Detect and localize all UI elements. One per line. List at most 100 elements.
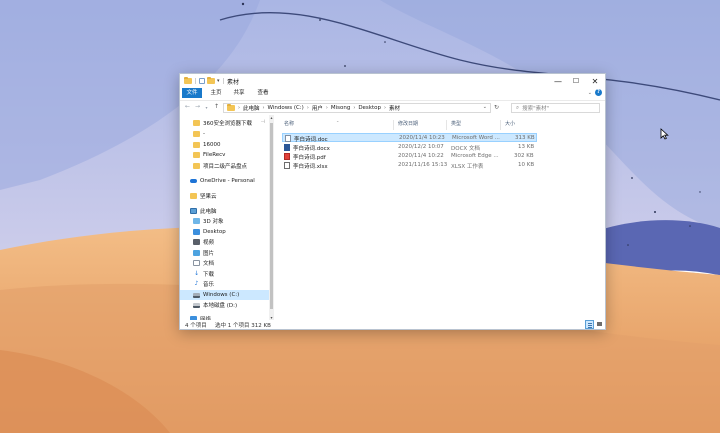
nav-pane-scrollbar[interactable]: ▴ ▾ [269, 115, 274, 320]
nav-item-videos[interactable]: 视频 [180, 237, 269, 247]
nav-item-pictures[interactable]: 图片 [180, 248, 269, 258]
sort-ascending-icon: ⌃ [336, 120, 340, 125]
docx-icon [284, 144, 290, 151]
nav-item-drive-c[interactable]: Windows (C:) [180, 290, 269, 300]
nav-item-3d-objects[interactable]: 3D 对象 [180, 216, 269, 226]
details-view-button[interactable] [585, 320, 594, 329]
file-row[interactable]: 李白诗词.doc 2020/11/4 10:23 Microsoft Word … [282, 133, 537, 143]
breadcrumb-misong[interactable]: Misong [331, 105, 350, 111]
tab-share[interactable]: 共享 [231, 88, 247, 98]
breadcrumb-separator: › [325, 105, 328, 111]
quick-access-toolbar: ▾ [184, 77, 225, 85]
nav-item-label: 项目二级产品盘点 [203, 164, 248, 170]
tab-file[interactable]: 文件 [182, 88, 202, 98]
column-divider[interactable] [393, 120, 394, 130]
navigation-pane: 360安全浏览器下载 ⊣ - 16000 FileRecv 项目二级产品盘点 O… [180, 115, 275, 320]
file-type: DOCX 文档 [451, 146, 480, 152]
expand-ribbon-icon[interactable]: ⌄ [588, 90, 592, 96]
nav-item-music[interactable]: ♪ 音乐 [180, 279, 269, 289]
file-row[interactable]: 李白诗词.docx 2020/12/2 10:07 DOCX 文档 13 KB [282, 143, 537, 152]
nav-item-this-pc[interactable]: 此电脑 [180, 206, 269, 216]
file-size: 13 KB [518, 144, 535, 150]
nav-item-360-download[interactable]: 360安全浏览器下载 ⊣ [180, 118, 269, 128]
drive-icon [193, 292, 200, 298]
breadcrumb-desktop[interactable]: Desktop [358, 105, 381, 111]
column-divider[interactable] [446, 120, 447, 130]
disk-icon [193, 302, 200, 308]
tab-home[interactable]: 主页 [208, 88, 224, 98]
mouse-cursor-icon [660, 128, 669, 140]
nav-item-dash[interactable]: - [180, 129, 269, 139]
nav-item-desktop[interactable]: Desktop [180, 227, 269, 237]
nav-item-filerecv[interactable]: FileRecv [180, 150, 269, 160]
file-row[interactable]: 李白诗词.pdf 2020/11/4 10:22 Microsoft Edge … [282, 152, 537, 161]
breadcrumb-drive-c[interactable]: Windows (C:) [268, 105, 304, 111]
nav-item-16000[interactable]: 16000 [180, 140, 269, 150]
help-icon[interactable]: ? [595, 89, 602, 96]
pictures-icon [193, 250, 200, 256]
up-arrow-icon[interactable]: ↑ [212, 103, 221, 110]
file-name: 李白诗词.doc [294, 137, 328, 143]
divider [222, 78, 224, 84]
file-date: 2020/11/4 10:22 [398, 153, 444, 159]
navigation-bar: ← → ▾ ↑ › 此电脑 › Windows (C:) › 用户 › Miso… [180, 100, 605, 114]
new-folder-icon[interactable] [207, 77, 215, 84]
scrollbar-thumb[interactable] [270, 123, 273, 309]
column-header-size[interactable]: 大小 [505, 120, 515, 127]
address-bar[interactable]: › 此电脑 › Windows (C:) › 用户 › Misong › Des… [223, 103, 491, 113]
back-arrow-icon[interactable]: ← [183, 103, 192, 110]
file-size: 313 KB [515, 135, 535, 141]
nav-item-label: 本地磁盘 (D:) [203, 303, 238, 309]
nav-item-label: OneDrive - Personal [200, 178, 255, 184]
address-dropdown-icon[interactable]: ⌄ [483, 104, 487, 110]
xlsx-icon [284, 162, 290, 169]
search-box[interactable]: ⌕ 搜索"素材" [511, 103, 600, 113]
word-doc-icon [285, 135, 291, 142]
file-date: 2020/11/4 10:23 [399, 135, 445, 141]
nav-item-label: 360安全浏览器下载 [203, 121, 252, 127]
scroll-up-icon[interactable]: ▴ [269, 115, 274, 120]
nav-item-label: 音乐 [203, 282, 215, 288]
status-bar: 4 个项目 选中 1 个项目 312 KB [180, 320, 605, 330]
nav-item-documents[interactable]: 文档 [180, 258, 269, 268]
folder-icon [193, 142, 200, 148]
file-date: 2020/12/2 10:07 [398, 144, 444, 150]
breadcrumb-separator: › [262, 105, 265, 111]
pin-icon[interactable]: ⊣ [261, 119, 265, 125]
file-size: 10 KB [518, 162, 535, 168]
nav-item-jianguoyun[interactable]: 坚果云 [180, 191, 269, 201]
refresh-icon[interactable]: ↻ [494, 104, 499, 111]
nav-item-drive-d[interactable]: 本地磁盘 (D:) [180, 300, 269, 310]
close-button[interactable]: ✕ [584, 74, 606, 88]
breadcrumb-separator: › [353, 105, 356, 111]
breadcrumb-this-pc[interactable]: 此电脑 [243, 104, 260, 112]
column-header-name[interactable]: 名称 [284, 120, 294, 127]
nav-item-downloads[interactable]: ↓ 下载 [180, 269, 269, 279]
nav-item-label: - [203, 131, 205, 137]
column-header-date[interactable]: 修改日期 [398, 120, 418, 127]
large-icons-view-button[interactable] [595, 320, 604, 329]
recent-locations-icon[interactable]: ▾ [202, 105, 211, 110]
nav-item-label: 文档 [203, 261, 215, 267]
download-icon: ↓ [193, 270, 200, 277]
forward-arrow-icon[interactable]: → [193, 103, 202, 110]
nav-item-project[interactable]: 项目二级产品盘点 [180, 161, 269, 171]
file-row[interactable]: 李白诗词.xlsx 2021/11/16 15:13 XLSX 工作表 10 K… [282, 161, 537, 170]
nav-item-label: 图片 [203, 251, 215, 257]
breadcrumb-users[interactable]: 用户 [312, 104, 323, 112]
customize-toolbar-icon[interactable]: ▾ [217, 78, 220, 84]
nav-item-onedrive[interactable]: OneDrive - Personal [180, 176, 269, 186]
properties-icon[interactable] [199, 78, 205, 84]
tab-view[interactable]: 查看 [255, 88, 271, 98]
breadcrumb-separator: › [306, 105, 309, 111]
file-list: 名称 ⌃ 修改日期 类型 大小 李白诗词.doc 2020/11/4 10:23… [280, 115, 605, 320]
file-size: 302 KB [514, 153, 534, 159]
folder-icon [190, 193, 197, 199]
column-divider[interactable] [500, 120, 501, 130]
folder-icon [193, 163, 200, 169]
column-header-type[interactable]: 类型 [451, 120, 461, 127]
nav-item-label: FileRecv [203, 152, 226, 158]
search-icon: ⌕ [516, 104, 520, 111]
breadcrumb-current-folder[interactable]: 素材 [389, 104, 400, 112]
nav-item-label: 视频 [203, 240, 215, 246]
